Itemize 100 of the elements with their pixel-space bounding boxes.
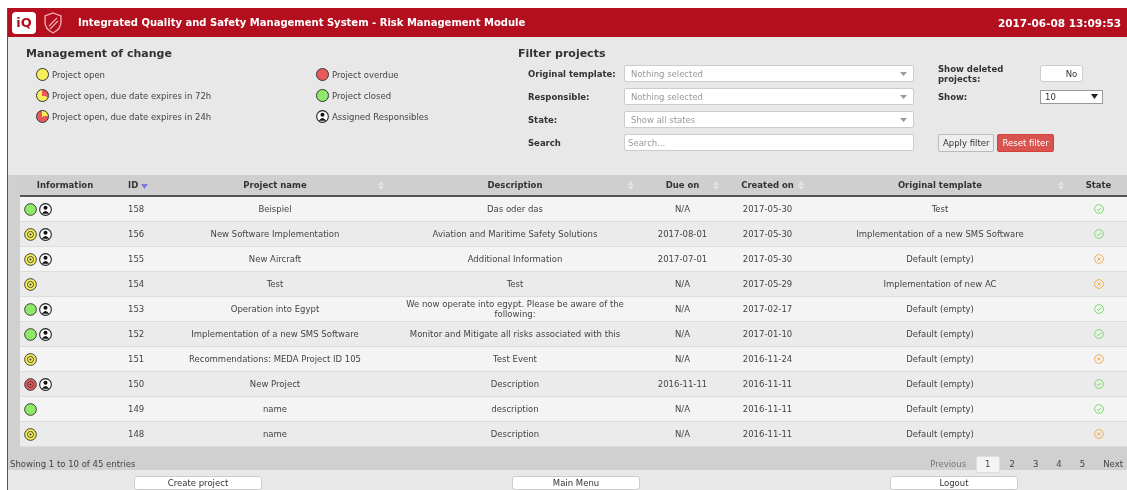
caret-icon — [900, 94, 907, 99]
table-cell-text: Beispiel — [257, 203, 293, 216]
table-cell-text: 154 — [127, 278, 146, 291]
table-cell-text: Default (empty) — [905, 253, 975, 266]
table-cell-text: Recommendations: MEDA Project ID 105 — [187, 353, 363, 366]
table-cell-text: 2017-05-29 — [741, 278, 794, 291]
date-time: 2017-06-08 13:09:53 — [997, 16, 1121, 29]
table-cell-text: N/A — [673, 353, 691, 366]
toggle-switch[interactable]: No — [1040, 65, 1083, 82]
next-link[interactable]: Next — [1095, 454, 1123, 474]
table-cell-text: Default (empty) — [905, 403, 975, 416]
create-button[interactable]: Create project — [134, 476, 262, 490]
logout-button[interactable]: Logout — [890, 476, 1018, 490]
table-cell-text: We now operate into egypt. Please be aware of the following: — [405, 298, 625, 321]
table-cell-text: 155 — [127, 253, 146, 266]
table-cell-text: Das oder das — [486, 203, 544, 216]
table-cell-text: 2017-05-30 — [741, 203, 794, 216]
table-cell-text: Description — [489, 428, 541, 441]
field-label: Search — [527, 137, 562, 148]
table-cell-text: 149 — [127, 403, 146, 416]
legend-label: Project open, due date expires in 72h — [52, 90, 212, 101]
table-cell-text: 153 — [127, 303, 146, 316]
table-cell-text: N/A — [673, 328, 691, 341]
table-cell-text: Monitor and Mitigate all risks associated with this — [408, 328, 622, 341]
table-cell-text: Default (empty) — [905, 303, 975, 316]
table-cell-text: name — [261, 428, 289, 441]
column-header[interactable]: State — [1085, 180, 1112, 190]
table-cell-text: N/A — [673, 428, 691, 441]
legend-label: Assigned Responsibles — [332, 111, 429, 122]
person-icon — [316, 110, 329, 123]
search-field[interactable]: Search... — [624, 134, 914, 151]
entries-info: Showing 1 to 10 of 45 entries — [10, 459, 136, 469]
table-cell-text: description — [490, 403, 540, 416]
column-header[interactable]: Description — [487, 180, 543, 190]
page-size-select[interactable]: 10 — [1040, 89, 1103, 104]
table-cell-text: Default (empty) — [905, 353, 975, 366]
table-cell-text: New Project — [248, 378, 302, 391]
table-cell-text: 151 — [127, 353, 146, 366]
table-cell-text: 2016-11-24 — [741, 353, 794, 366]
table-cell-text: 2016-11-11 — [741, 403, 794, 416]
table-cell-text: 2016-11-11 — [741, 378, 794, 391]
table-cell-text: 2017-07-01 — [656, 253, 709, 266]
apply-button[interactable]: Apply filter — [938, 133, 995, 152]
table-cell-text: N/A — [673, 203, 691, 216]
column-header[interactable]: Due on — [665, 180, 700, 190]
table-cell-text: Test Event — [492, 353, 538, 366]
table-cell-text: Test — [930, 203, 950, 216]
legend-label: Project closed — [332, 90, 392, 101]
column-header[interactable]: Created on — [741, 180, 794, 190]
table-cell-text: Implementation of a new SMS Software — [855, 228, 1025, 241]
reset-button[interactable]: Reset filter — [997, 133, 1054, 152]
table-cell-text: N/A — [673, 303, 691, 316]
page-link[interactable]: 2 — [1001, 454, 1023, 474]
table-cell-text: Default (empty) — [905, 378, 975, 391]
field-label: Responsible: — [527, 91, 591, 102]
table-cell-text: 2017-02-17 — [741, 303, 794, 316]
table-cell-text: Aviation and Maritime Safety Solutions — [431, 228, 599, 241]
caret-icon — [900, 71, 907, 76]
table-cell-text: 150 — [127, 378, 146, 391]
section-title: Management of change — [26, 47, 173, 60]
table-cell-text: N/A — [673, 278, 691, 291]
column-header[interactable]: Information — [36, 180, 94, 190]
legend-label: Project open, due date expires in 24h — [52, 111, 212, 122]
field-label: State: — [527, 114, 559, 125]
legend-label: Project overdue — [332, 69, 399, 80]
table-cell-text: name — [261, 403, 289, 416]
field-label: Show: — [938, 91, 969, 102]
table-cell-text: 156 — [127, 228, 146, 241]
table-cell-text: 2016-11-11 — [741, 428, 794, 441]
table-cell-text: 152 — [127, 328, 146, 341]
table-cell-text: 158 — [127, 203, 146, 216]
table-cell-text: Additional Information — [466, 253, 564, 266]
table-cell-text: Default (empty) — [905, 328, 975, 341]
column-header[interactable]: ID — [128, 180, 139, 190]
page-link[interactable]: 1 — [976, 455, 1000, 473]
shield-icon — [44, 11, 62, 34]
field-label: Show deleted projects: — [938, 63, 1005, 84]
table-cell-text: New Software Implementation — [209, 228, 341, 241]
column-header[interactable]: Project name — [243, 180, 307, 190]
column-header[interactable]: Original template — [897, 180, 983, 190]
sort-down-icon — [141, 184, 149, 189]
table-cell-text: 2017-08-01 — [656, 228, 709, 241]
menu-button[interactable]: Main Menu — [512, 476, 640, 490]
table-cell-text: Test — [265, 278, 285, 291]
page-link[interactable]: 3 — [1024, 454, 1047, 474]
page-link[interactable]: 4 — [1048, 454, 1070, 474]
caret-icon — [900, 117, 907, 122]
field-label: Original template: — [527, 68, 617, 79]
table-cell-text: 2017-05-30 — [741, 228, 794, 241]
table-cell-text: N/A — [673, 403, 691, 416]
page-link[interactable]: 5 — [1071, 454, 1094, 474]
table-cell-text: Default (empty) — [905, 428, 975, 441]
app-logo: iQ — [12, 11, 36, 34]
table-cell-text: Test — [505, 278, 525, 291]
section-title: Filter projects — [518, 47, 607, 60]
table-cell-text: Operation into Egypt — [229, 303, 321, 316]
table-cell-text: 2017-01-10 — [741, 328, 794, 341]
legend-label: Project open — [52, 69, 105, 80]
caret-icon — [1091, 94, 1098, 99]
table-cell-text: Implementation of a new SMS Software — [190, 328, 360, 341]
